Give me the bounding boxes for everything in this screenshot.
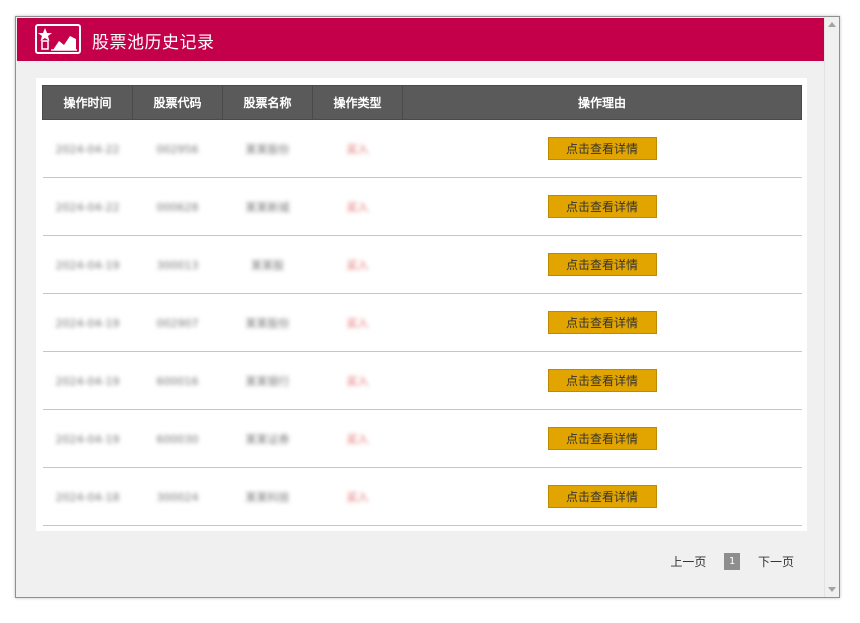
vertical-scrollbar[interactable] xyxy=(824,17,839,597)
stock-code: 000628 xyxy=(156,200,199,214)
stock-code: 002956 xyxy=(156,142,199,156)
table-row: 2024-04-19 300013 某某股 买入 点击查看详情 xyxy=(42,235,802,294)
view-details-button[interactable]: 点击查看详情 xyxy=(547,253,657,276)
table-row: 2024-04-19 600016 某某银行 买入 点击查看详情 xyxy=(42,351,802,410)
stock-name: 某某股份 xyxy=(245,316,290,330)
cell-code: 002907 xyxy=(132,293,223,352)
view-details-button[interactable]: 点击查看详情 xyxy=(547,485,657,508)
cell-reason: 点击查看详情 xyxy=(402,119,802,178)
operation-time: 2024-04-19 xyxy=(55,316,120,330)
stock-code: 300024 xyxy=(156,490,199,504)
cell-code: 300024 xyxy=(132,467,223,526)
operation-type: 买入 xyxy=(346,142,369,156)
column-header-time: 操作时间 xyxy=(42,85,133,120)
operation-time: 2024-04-22 xyxy=(55,200,120,214)
view-details-button[interactable]: 点击查看详情 xyxy=(547,195,657,218)
header-bar: 股票池历史记录 xyxy=(17,18,825,61)
view-details-button[interactable]: 点击查看详情 xyxy=(547,137,657,160)
scroll-down-arrow-icon[interactable] xyxy=(828,587,836,592)
view-details-button[interactable]: 点击查看详情 xyxy=(547,311,657,334)
cell-time: 2024-04-18 xyxy=(42,467,133,526)
cell-type: 买入 xyxy=(312,409,403,468)
stock-code: 600030 xyxy=(156,432,199,446)
operation-type: 买入 xyxy=(346,200,369,214)
table-row: 2024-04-19 002907 某某股份 买入 点击查看详情 xyxy=(42,293,802,352)
cell-name: 某某新城 xyxy=(222,177,313,236)
table-row: 2024-04-22 002956 某某股份 买入 点击查看详情 xyxy=(42,119,802,178)
cell-name: 某某银行 xyxy=(222,351,313,410)
cell-reason: 点击查看详情 xyxy=(402,235,802,294)
cell-type: 买入 xyxy=(312,235,403,294)
operation-type: 买入 xyxy=(346,258,369,272)
stock-name: 某某科技 xyxy=(245,490,290,504)
operation-time: 2024-04-22 xyxy=(55,142,120,156)
cell-name: 某某证券 xyxy=(222,409,313,468)
stock-code: 600016 xyxy=(156,374,199,388)
operation-type: 买入 xyxy=(346,374,369,388)
cell-time: 2024-04-22 xyxy=(42,119,133,178)
operation-time: 2024-04-18 xyxy=(55,490,120,504)
cell-time: 2024-04-22 xyxy=(42,177,133,236)
cell-time: 2024-04-19 xyxy=(42,235,133,294)
cell-time: 2024-04-19 xyxy=(42,351,133,410)
history-table: 操作时间 股票代码 股票名称 操作类型 操作理由 2024-04-22 0029… xyxy=(42,85,802,526)
cell-reason: 点击查看详情 xyxy=(402,409,802,468)
cell-type: 买入 xyxy=(312,293,403,352)
cell-name: 某某股份 xyxy=(222,119,313,178)
cell-type: 买入 xyxy=(312,177,403,236)
stock-chart-logo-icon xyxy=(35,24,81,54)
stock-code: 300013 xyxy=(156,258,199,272)
prev-page-link[interactable]: 上一页 xyxy=(670,553,706,570)
column-header-code: 股票代码 xyxy=(132,85,223,120)
view-details-button[interactable]: 点击查看详情 xyxy=(547,369,657,392)
cell-type: 买入 xyxy=(312,119,403,178)
history-panel: 操作时间 股票代码 股票名称 操作类型 操作理由 2024-04-22 0029… xyxy=(36,78,807,531)
page-title: 股票池历史记录 xyxy=(92,33,215,53)
cell-time: 2024-04-19 xyxy=(42,409,133,468)
cell-code: 600030 xyxy=(132,409,223,468)
cell-reason: 点击查看详情 xyxy=(402,351,802,410)
view-details-button[interactable]: 点击查看详情 xyxy=(547,427,657,450)
scroll-up-arrow-icon[interactable] xyxy=(828,22,836,27)
operation-time: 2024-04-19 xyxy=(55,374,120,388)
stock-code: 002907 xyxy=(156,316,199,330)
operation-time: 2024-04-19 xyxy=(55,258,120,272)
stock-name: 某某股 xyxy=(251,258,284,272)
column-header-name: 股票名称 xyxy=(222,85,313,120)
cell-name: 某某股 xyxy=(222,235,313,294)
cell-code: 300013 xyxy=(132,235,223,294)
table-row: 2024-04-22 000628 某某新城 买入 点击查看详情 xyxy=(42,177,802,236)
operation-type: 买入 xyxy=(346,432,369,446)
next-page-link[interactable]: 下一页 xyxy=(758,553,794,570)
operation-type: 买入 xyxy=(346,316,369,330)
operation-type: 买入 xyxy=(346,490,369,504)
cell-time: 2024-04-19 xyxy=(42,293,133,352)
table-row: 2024-04-18 300024 某某科技 买入 点击查看详情 xyxy=(42,467,802,526)
stock-name: 某某证券 xyxy=(245,432,290,446)
pagination: 上一页 1 下一页 xyxy=(670,553,794,570)
page-number-current[interactable]: 1 xyxy=(724,553,741,570)
operation-time: 2024-04-19 xyxy=(55,432,120,446)
stock-name: 某某银行 xyxy=(245,374,290,388)
cell-code: 000628 xyxy=(132,177,223,236)
cell-reason: 点击查看详情 xyxy=(402,293,802,352)
cell-type: 买入 xyxy=(312,467,403,526)
column-header-reason: 操作理由 xyxy=(402,85,802,120)
dialog-window: 股票池历史记录 操作时间 股票代码 股票名称 操作类型 操作理由 2024-04… xyxy=(15,16,840,598)
cell-name: 某某科技 xyxy=(222,467,313,526)
cell-name: 某某股份 xyxy=(222,293,313,352)
table-row: 2024-04-19 600030 某某证券 买入 点击查看详情 xyxy=(42,409,802,468)
table-header-row: 操作时间 股票代码 股票名称 操作类型 操作理由 xyxy=(42,85,802,120)
stock-name: 某某股份 xyxy=(245,142,290,156)
cell-type: 买入 xyxy=(312,351,403,410)
cell-code: 002956 xyxy=(132,119,223,178)
cell-code: 600016 xyxy=(132,351,223,410)
cell-reason: 点击查看详情 xyxy=(402,467,802,526)
stock-name: 某某新城 xyxy=(245,200,290,214)
cell-reason: 点击查看详情 xyxy=(402,177,802,236)
column-header-type: 操作类型 xyxy=(312,85,403,120)
